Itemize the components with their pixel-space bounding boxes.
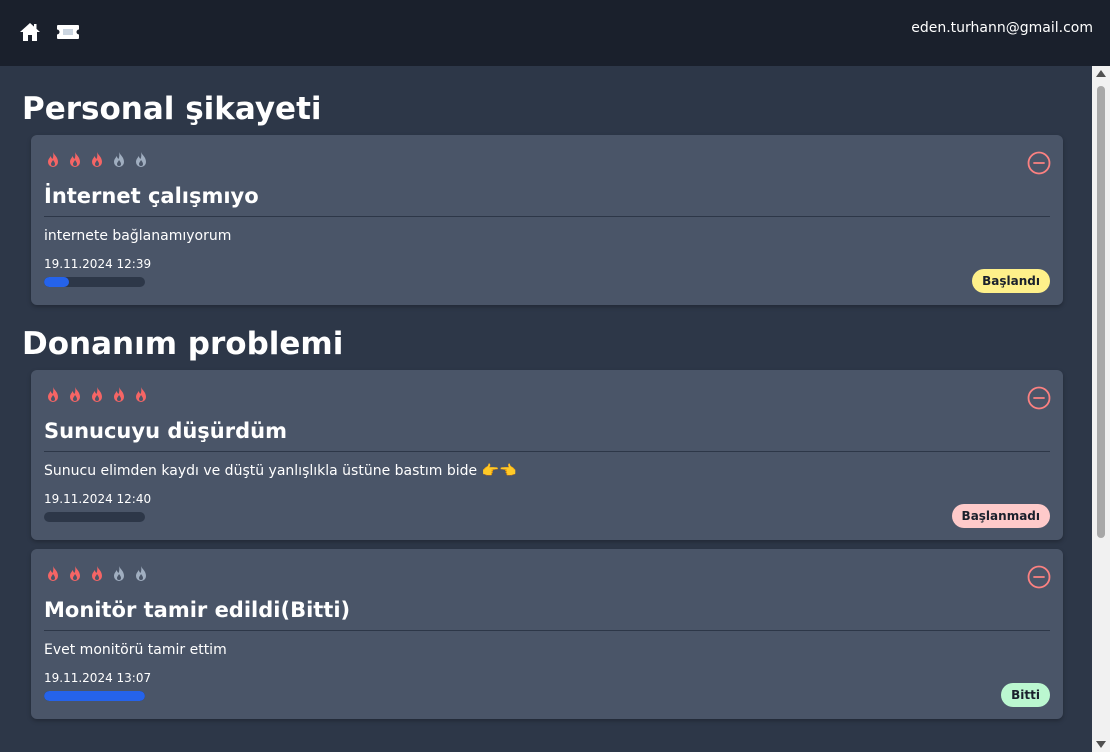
flame-active-icon [88, 151, 106, 169]
flame-inactive-icon [110, 565, 128, 583]
status-badge: Bitti [1001, 683, 1050, 707]
ticket-date: 19.11.2024 12:40 [44, 492, 152, 506]
ticket-date: 19.11.2024 13:07 [44, 671, 152, 685]
tickets-button[interactable] [56, 21, 80, 43]
ticket-section: Personal şikayeti İnternet çalışmıyo inter… [22, 87, 1092, 305]
flame-active-icon [66, 151, 84, 169]
section-title: Donanım problemi [22, 326, 344, 362]
flame-active-icon [44, 151, 62, 169]
ticket-card: İnternet çalışmıyo internete bağlanamıyor… [31, 135, 1063, 305]
ticket-title: Monitör tamir edildi(Bitti) [44, 598, 1050, 631]
flame-inactive-icon [110, 151, 128, 169]
flame-active-icon [66, 565, 84, 583]
scroll-up-arrow[interactable] [1096, 70, 1106, 77]
ticket-description: Sunucu elimden kaydı ve düştü yanlışlıkl… [44, 463, 517, 479]
ticket-card: Sunucuyu düşürdüm Sunucu elimden kaydı ve… [31, 370, 1063, 540]
top-navbar: eden.turhann@gmail.com [0, 0, 1110, 66]
scroll-down-arrow[interactable] [1096, 741, 1106, 748]
flame-active-icon [44, 386, 62, 404]
remove-ticket-button[interactable] [1027, 565, 1051, 589]
section-title: Personal şikayeti [22, 91, 322, 127]
minus-circle-icon [1027, 386, 1051, 414]
flame-active-icon [88, 565, 106, 583]
ticket-date: 19.11.2024 12:39 [44, 257, 152, 271]
ticket-description: internete bağlanamıyorum [44, 228, 232, 244]
ticket-footer: 19.11.2024 12:40 Başlanmadı [44, 492, 1050, 528]
navbar-icons [0, 0, 80, 43]
status-badge: Başlandı [972, 269, 1050, 293]
ticket-title: İnternet çalışmıyo [44, 184, 1050, 217]
ticket-list: Personal şikayeti İnternet çalışmıyo inter… [0, 66, 1092, 752]
home-icon [20, 23, 40, 41]
flame-active-icon [132, 386, 150, 404]
remove-ticket-button[interactable] [1027, 151, 1051, 175]
scroll-thumb[interactable] [1097, 86, 1105, 538]
flame-active-icon [66, 386, 84, 404]
priority-rating [44, 563, 1050, 585]
progress-bar [44, 691, 145, 701]
priority-rating [44, 384, 1050, 406]
progress-bar [44, 277, 145, 287]
ticket-card: Monitör tamir edildi(Bitti) Evet monitörü… [31, 549, 1063, 719]
flame-inactive-icon [132, 565, 150, 583]
home-button[interactable] [18, 21, 42, 43]
priority-rating [44, 149, 1050, 171]
ticket-icon [57, 25, 79, 39]
flame-active-icon [110, 386, 128, 404]
user-email: eden.turhann@gmail.com [911, 20, 1093, 36]
ticket-section: Donanım problemi Sunucuyu düşürdüm Sunucu … [22, 322, 1092, 719]
ticket-footer: 19.11.2024 13:07 Bitti [44, 671, 1050, 707]
minus-circle-icon [1027, 565, 1051, 593]
ticket-title: Sunucuyu düşürdüm [44, 419, 1050, 452]
minus-circle-icon [1027, 151, 1051, 179]
progress-bar-fill [44, 691, 145, 701]
ticket-description: Evet monitörü tamir ettim [44, 642, 227, 658]
scrollbar[interactable] [1092, 66, 1110, 752]
progress-bar-fill [44, 277, 70, 287]
status-badge: Başlanmadı [951, 504, 1050, 528]
progress-bar [44, 512, 145, 522]
flame-inactive-icon [132, 151, 150, 169]
flame-active-icon [44, 565, 62, 583]
ticket-footer: 19.11.2024 12:39 Başlandı [44, 257, 1050, 293]
flame-active-icon [88, 386, 106, 404]
remove-ticket-button[interactable] [1027, 386, 1051, 410]
